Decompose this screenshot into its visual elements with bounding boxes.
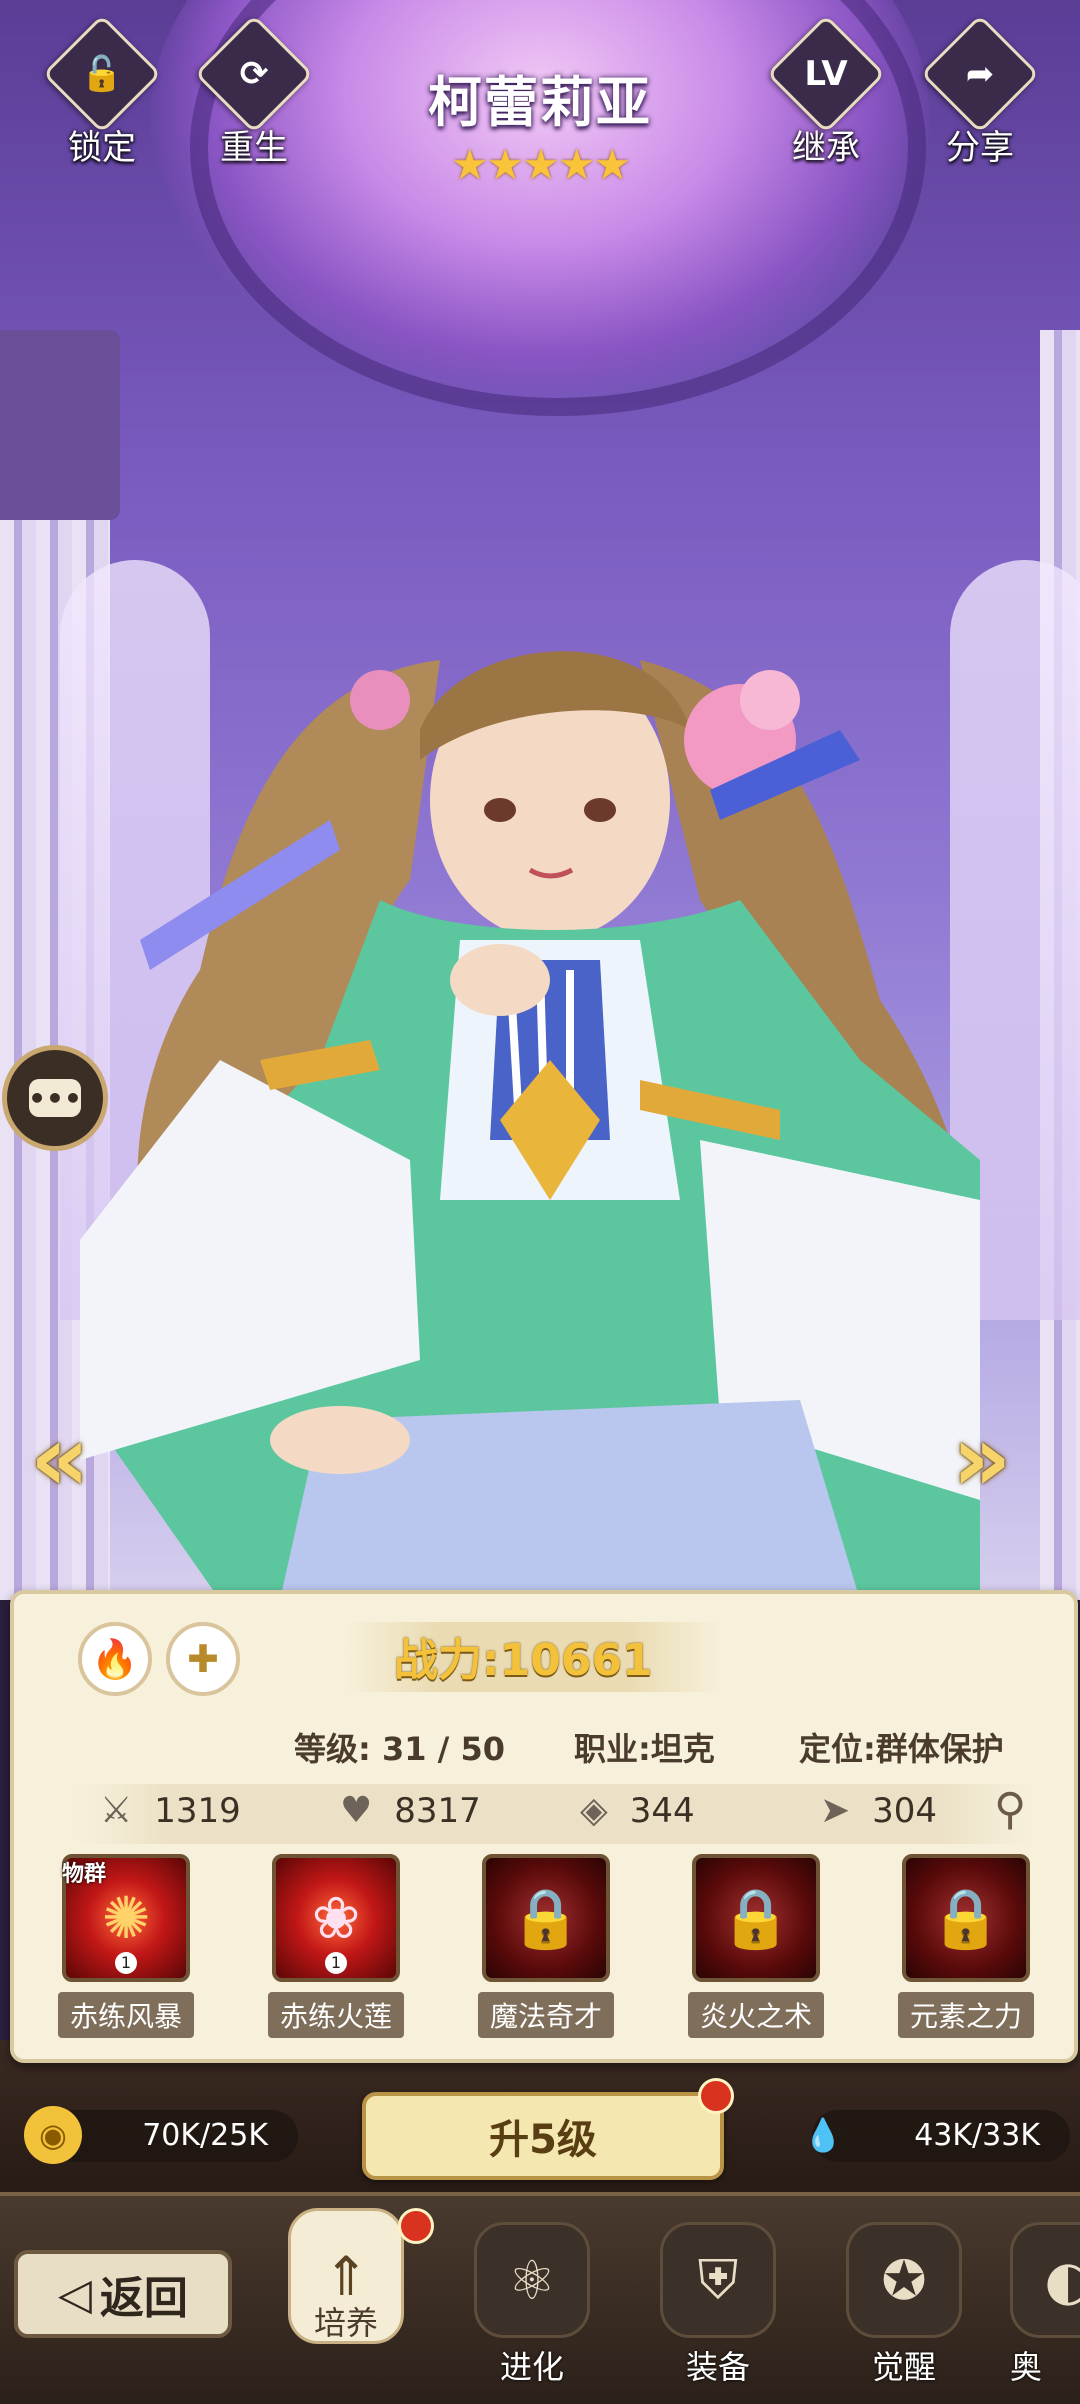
back-label: 返回 [99,2273,188,2324]
skill-4-lock-icon: 🔒 [719,1883,793,1952]
previous-hero-arrow-icon[interactable]: « [30,1405,89,1512]
level-up-notification-dot [698,2078,734,2114]
tab-awaken[interactable]: ✪ 觉醒 [834,2222,974,2386]
tab-evolve[interactable]: ⚛ 进化 [462,2222,602,2386]
unlock-icon: 🔓 [80,54,124,94]
hero-character-art [80,651,980,1600]
level-up-label: 升5级 [489,2117,597,2163]
awaken-emblem-icon: ✪ [846,2222,962,2338]
speed-icon: ➤ [820,1790,851,1831]
skill-slot-1[interactable]: ✺ 物群 1 赤练风暴 [58,1854,194,2038]
inherit-button[interactable]: LV 继承 [766,14,886,169]
skill-5-lock-icon: 🔒 [929,1883,1003,1952]
essence-amount: 43K/33K [914,2118,1040,2153]
next-hero-arrow-icon[interactable]: » [952,1405,1011,1512]
stat-speed-value: 304 [872,1790,938,1831]
level-inherit-icon: LV [804,54,848,94]
skill-1-icon: ✺ [101,1884,151,1952]
stat-health-value: 8317 [394,1790,481,1831]
skill-slot-2[interactable]: ❀ 1 赤练火莲 [268,1854,404,2038]
tab-cultivate-label: 培养 [313,2304,378,2342]
skill-2-icon: ❀ [311,1884,361,1952]
hero-level: 等级: 31 / 50 [294,1730,505,1768]
left-pillar-capital [0,330,120,520]
tab-equipment-label: 装备 [685,2348,750,2386]
tab-cultivate[interactable]: ⇑ 培养 [272,2208,418,2404]
stat-speed: ➤ 304 [820,1790,937,1831]
fire-element-icon[interactable]: 🔥 [78,1622,152,1696]
tab-arcane[interactable]: ◐ 奥 [1010,2222,1080,2382]
defense-icon: ◈ [580,1790,608,1831]
hero-job: 职业:坦克 [574,1730,715,1768]
skill-3-lock-icon: 🔒 [509,1883,583,1952]
skill-1-tag: 物群 [62,1862,107,1887]
back-button[interactable]: ◁ 返回 [14,2250,232,2338]
health-icon: ♥ [340,1790,373,1831]
skill-4-name: 炎火之术 [688,1992,824,2038]
atom-icon: ⚛ [474,2222,590,2338]
stat-attack: ⚔ 1319 [100,1790,241,1831]
tab-awaken-label: 觉醒 [871,2348,936,2386]
share-button[interactable]: ➦ 分享 [920,14,1040,169]
bottom-nav: ◁ 返回 ⇑ 培养 ⚛ 进化 ⛨ 装备 ✪ 觉醒 ◐ 奥 [0,2192,1080,2404]
skill-2-level: 1 [325,1952,347,1974]
attack-icon: ⚔ [100,1790,133,1831]
skill-2-name: 赤练火莲 [268,1992,404,2038]
class-emblem-icon[interactable]: ✚ [166,1622,240,1696]
share-icon: ➦ [965,54,995,94]
tab-evolve-label: 进化 [499,2348,564,2386]
combat-power: 战力:10661 [394,1635,653,1686]
skill-1-name: 赤练风暴 [58,1992,194,2038]
cultivate-notification-dot [398,2208,434,2244]
chat-bubble-icon: ••• [28,1079,82,1117]
hero-name: 柯蕾莉亚 [428,71,652,134]
stat-health: ♥ 8317 [340,1790,481,1831]
lock-button[interactable]: 🔓 锁定 [42,14,162,169]
gold-coin-icon: ◉ [24,2106,82,2164]
skill-slot-4[interactable]: 🔒 炎火之术 [688,1854,824,2038]
skill-slot-3[interactable]: 🔒 魔法奇才 [478,1854,614,2038]
hero-role: 定位:群体保护 [799,1730,1004,1768]
shield-arrow-icon: ⛨ [660,2222,776,2338]
skill-slot-5[interactable]: 🔒 元素之力 [898,1854,1034,2038]
hero-star-rating: ★★★★★ [450,140,631,189]
skill-3-name: 魔法奇才 [478,1992,614,2038]
blue-flame-icon: 💧 [803,2116,843,2154]
skill-5-name: 元素之力 [898,1992,1034,2038]
stat-defense-value: 344 [629,1790,695,1831]
stat-attack-value: 1319 [154,1790,241,1831]
gold-amount: 70K/25K [142,2118,268,2153]
hero-scene-background [0,0,1080,1600]
chat-button[interactable]: ••• [2,1045,108,1151]
stat-defense: ◈ 344 [580,1790,695,1831]
tab-arcane-label: 奥 [1010,2348,1043,2382]
rebirth-button[interactable]: ⟳ 重生 [194,14,314,169]
gold-resource-bar: 70K/25K [48,2110,298,2162]
hero-info-panel: 🔥 ✚ 战力:10661 等级: 31 / 50 职业:坦克 定位:群体保护 ⚔… [10,1590,1078,2063]
arcane-icon: ◐ [1010,2222,1080,2338]
level-up-button[interactable]: 升5级 [362,2092,724,2180]
tab-equipment[interactable]: ⛨ 装备 [648,2222,788,2386]
skill-1-level: 1 [115,1952,137,1974]
magnifier-icon[interactable]: ⚲ [994,1784,1026,1835]
refresh-icon: ⟳ [239,54,269,94]
back-arrow-icon: ◁ [58,2268,92,2320]
